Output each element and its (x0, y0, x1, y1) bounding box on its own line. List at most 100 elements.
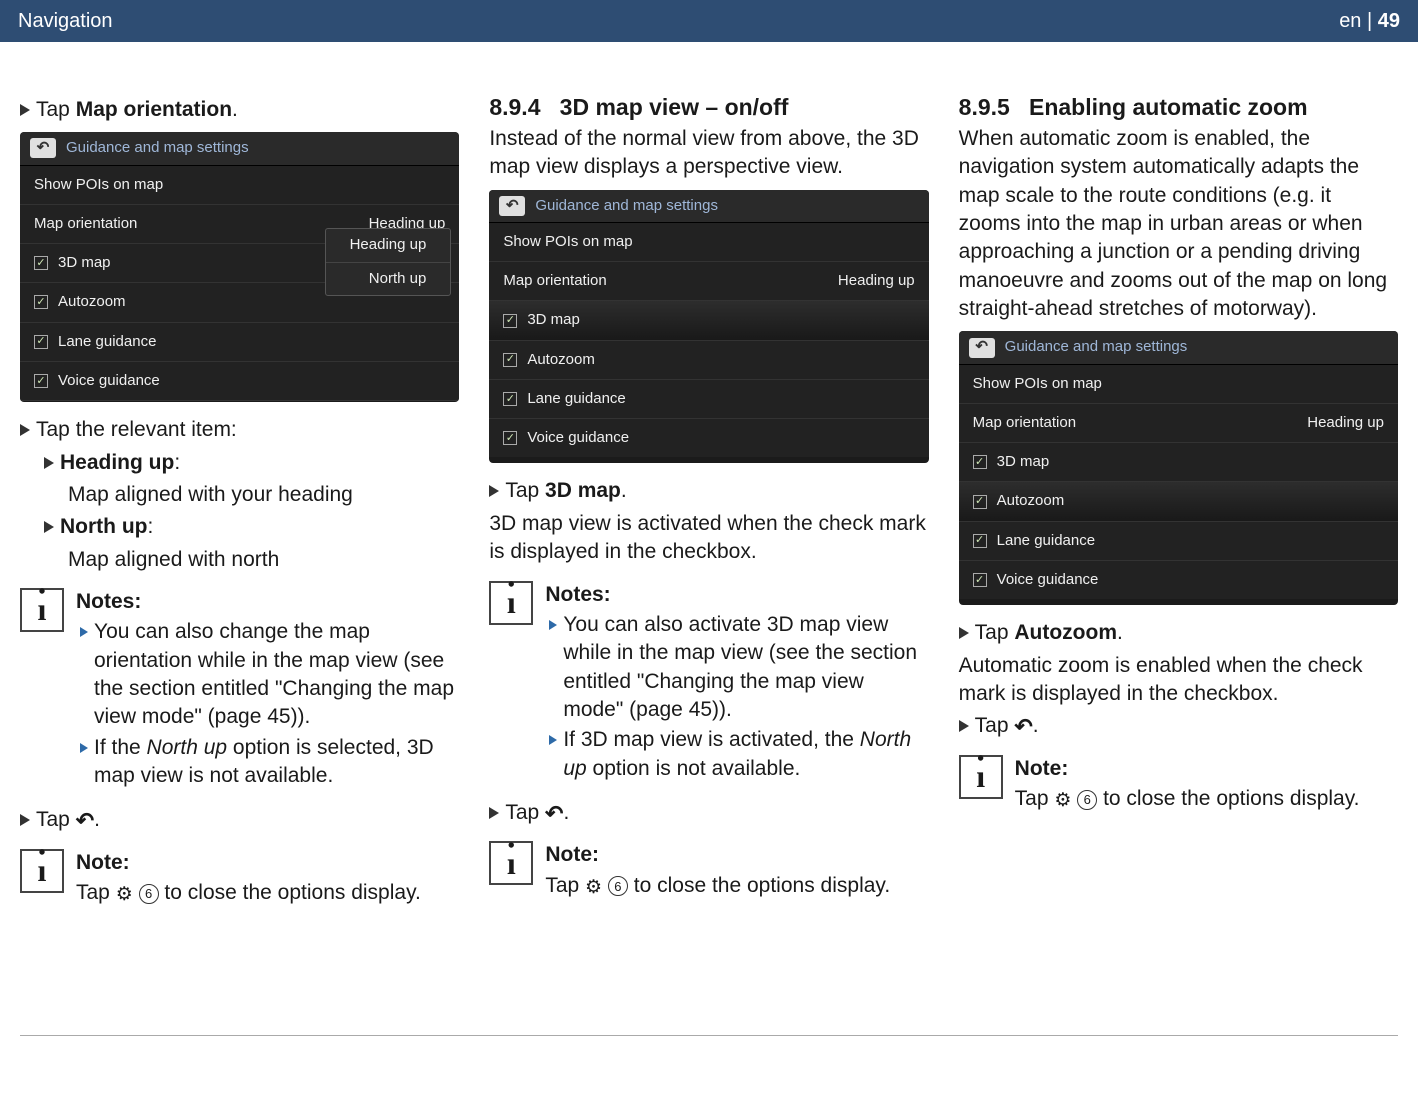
checkbox-icon: ✓ (973, 495, 987, 509)
note-item: If 3D map view is activated, the North u… (549, 726, 928, 783)
info-icon: ı (489, 841, 533, 885)
section-heading: 8.9.4 3D map view – on/off (489, 92, 928, 123)
ss-row-autozoom[interactable]: ✓Autozoom (959, 482, 1398, 521)
ss-row-pois[interactable]: Show POIs on map (20, 166, 459, 205)
back-icon: ↶ (1014, 714, 1032, 739)
instruction-tap-back: Tap ↶. (489, 799, 928, 827)
ss-row-pois[interactable]: Show POIs on map (489, 223, 928, 262)
ss-title-text: Guidance and map settings (535, 196, 718, 216)
note-title: Note: (545, 841, 928, 869)
ss-row-orientation[interactable]: Map orientationHeading up (489, 262, 928, 301)
bullet-icon (549, 620, 557, 630)
screenshot-3dmap: ↶ Guidance and map settings Show POIs on… (489, 190, 928, 464)
gear-icon: ⚙ (116, 884, 133, 905)
bullet-icon (20, 424, 30, 436)
ss-title-text: Guidance and map settings (66, 138, 249, 158)
checkbox-icon: ✓ (503, 314, 517, 328)
north-up-desc: Map aligned with north (44, 546, 459, 574)
header-page: en | 49 (1339, 10, 1400, 33)
ss-row-3dmap[interactable]: ✓3D map (959, 443, 1398, 482)
back-icon[interactable]: ↶ (969, 338, 995, 358)
column-1: Tap Map orientation. ↶ Guidance and map … (20, 92, 459, 922)
gear-icon: ⚙ (585, 877, 602, 898)
note-item: If the North up option is selected, 3D m… (80, 734, 459, 791)
instruction-tap-map-orientation: Tap Map orientation. (20, 96, 459, 124)
heading-up-desc: Map aligned with your heading (44, 481, 459, 509)
info-icon: ı (20, 588, 64, 632)
notes-box: ı Notes: You can also activate 3D map vi… (489, 581, 928, 785)
checkbox-icon: ✓ (973, 573, 987, 587)
info-icon: ı (489, 581, 533, 625)
ss-title-text: Guidance and map settings (1005, 337, 1188, 357)
note-box-single: ı Note: Tap ⚙ 6 to close the options dis… (959, 755, 1398, 814)
note-item: You can also change the map orientation … (80, 618, 459, 731)
checkbox-icon: ✓ (503, 353, 517, 367)
circled-number: 6 (608, 876, 628, 896)
bullet-icon (20, 104, 30, 116)
activation-text: 3D map view is activated when the check … (489, 510, 928, 567)
column-3: 8.9.5 Enabling automatic zoom When autom… (959, 92, 1398, 922)
instruction-tap-autozoom: Tap Autozoom. (959, 619, 1398, 647)
ss-row-pois[interactable]: Show POIs on map (959, 365, 1398, 404)
footer-divider (20, 1035, 1398, 1036)
checkbox-icon: ✓ (34, 256, 48, 270)
notes-list: You can also change the map orientation … (76, 618, 459, 790)
note-box-single: ı Note: Tap ⚙ 6 to close the options dis… (20, 849, 459, 908)
bullet-icon (44, 457, 54, 469)
bullet-icon (20, 814, 30, 826)
dropdown-option-north-up[interactable]: North up (326, 263, 451, 295)
screenshot-autozoom: ↶ Guidance and map settings Show POIs on… (959, 331, 1398, 605)
notes-title: Notes: (545, 581, 928, 609)
bullet-icon (549, 735, 557, 745)
bullet-icon (80, 627, 88, 637)
ss-row-lane[interactable]: ✓Lane guidance (20, 323, 459, 362)
enabled-text: Automatic zoom is enabled when the check… (959, 652, 1398, 709)
checkbox-icon: ✓ (34, 335, 48, 349)
back-icon[interactable]: ↶ (499, 196, 525, 216)
option-heading-up: Heading up: (44, 449, 459, 477)
orientation-dropdown[interactable]: Heading up North up (325, 228, 452, 296)
note-item: You can also activate 3D map view while … (549, 611, 928, 724)
checkbox-icon: ✓ (503, 392, 517, 406)
screenshot-map-orientation-menu: ↶ Guidance and map settings Show POIs on… (20, 132, 459, 402)
checkbox-icon: ✓ (973, 534, 987, 548)
column-2: 8.9.4 3D map view – on/off Instead of th… (489, 92, 928, 922)
bullet-icon (959, 720, 969, 732)
ss-row-voice[interactable]: ✓Voice guidance (20, 362, 459, 401)
option-north-up: North up: (44, 513, 459, 541)
ss-row-lane[interactable]: ✓Lane guidance (489, 380, 928, 419)
ss-row-voice[interactable]: ✓Voice guidance (959, 561, 1398, 599)
back-icon: ↶ (76, 808, 94, 833)
back-icon[interactable]: ↶ (30, 138, 56, 158)
instruction-tap-back: Tap ↶. (20, 806, 459, 834)
info-icon: ı (959, 755, 1003, 799)
dropdown-option-heading-up[interactable]: Heading up (326, 229, 451, 262)
bullet-icon (489, 485, 499, 497)
checkbox-icon: ✓ (503, 431, 517, 445)
ss-titlebar: ↶ Guidance and map settings (959, 331, 1398, 364)
bullet-icon (80, 743, 88, 753)
ss-row-3dmap[interactable]: ✓3D map (489, 301, 928, 340)
header-title: Navigation (18, 10, 113, 33)
note-box-single: ı Note: Tap ⚙ 6 to close the options dis… (489, 841, 928, 900)
bullet-icon (489, 807, 499, 819)
bullet-icon (44, 521, 54, 533)
ss-row-autozoom[interactable]: ✓Autozoom (489, 341, 928, 380)
section-intro: Instead of the normal view from above, t… (489, 125, 928, 182)
section-intro: When automatic zoom is enabled, the navi… (959, 125, 1398, 323)
instruction-tap-3dmap: Tap 3D map. (489, 477, 928, 505)
ss-titlebar: ↶ Guidance and map settings (489, 190, 928, 223)
checkbox-icon: ✓ (973, 455, 987, 469)
circled-number: 6 (1077, 790, 1097, 810)
notes-list: You can also activate 3D map view while … (545, 611, 928, 783)
note-title: Note: (76, 849, 459, 877)
ss-row-voice[interactable]: ✓Voice guidance (489, 419, 928, 457)
instruction-tap-relevant: Tap the relevant item: (20, 416, 459, 444)
back-icon: ↶ (545, 801, 563, 826)
ss-row-orientation[interactable]: Map orientationHeading up (959, 404, 1398, 443)
header-bar: Navigation en | 49 (0, 0, 1418, 42)
checkbox-icon: ✓ (34, 295, 48, 309)
sub-list: Heading up: Map aligned with your headin… (20, 449, 459, 574)
notes-box: ı Notes: You can also change the map ori… (20, 588, 459, 792)
ss-row-lane[interactable]: ✓Lane guidance (959, 522, 1398, 561)
